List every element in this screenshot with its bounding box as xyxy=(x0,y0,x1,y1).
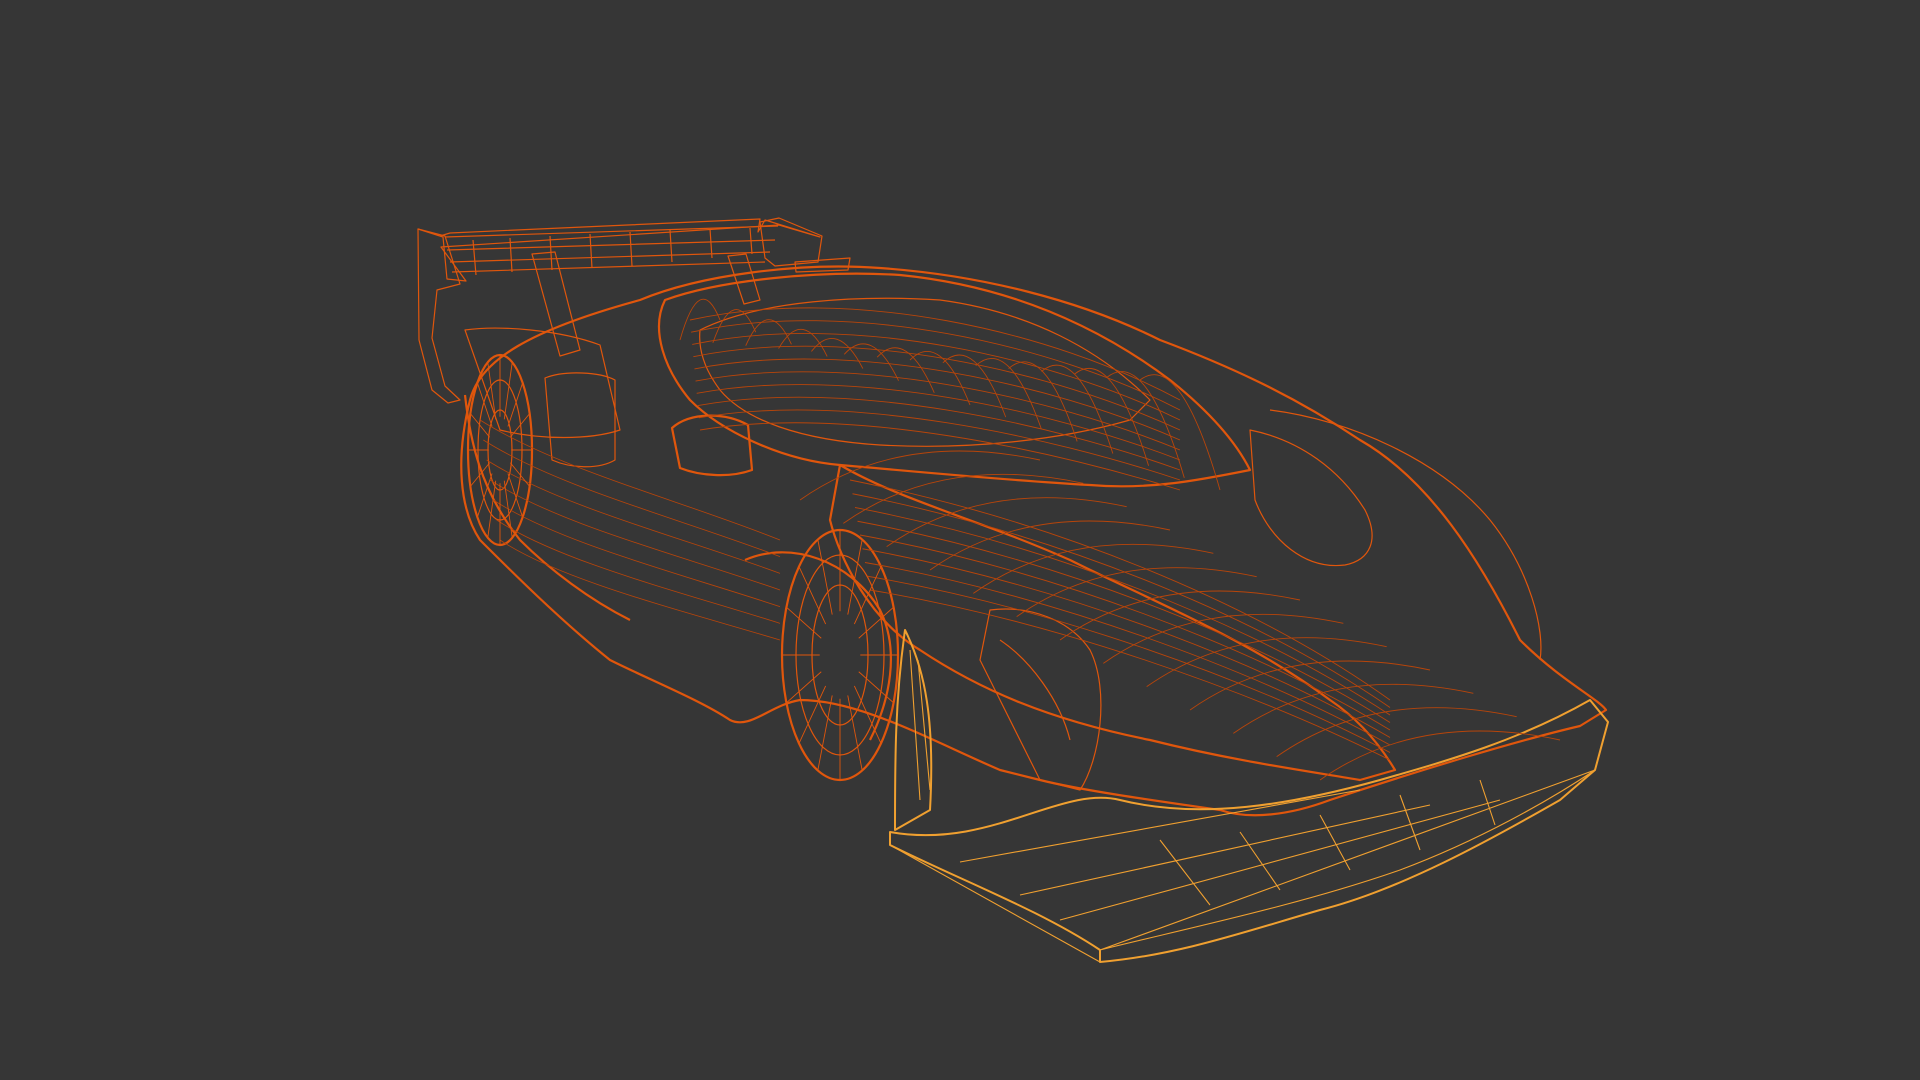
mesh-edge xyxy=(973,543,1214,594)
mesh-edge xyxy=(817,695,833,771)
mesh-edge xyxy=(876,347,935,394)
mesh-edge xyxy=(854,507,1391,716)
mesh-edge xyxy=(853,685,882,744)
mesh-edge xyxy=(853,566,882,625)
car-wireframe xyxy=(417,217,1609,963)
mesh-edge xyxy=(745,319,792,346)
mesh-edge xyxy=(694,358,1181,441)
mesh-edge xyxy=(869,589,1391,761)
mesh-edge xyxy=(975,357,1042,430)
mesh-edge xyxy=(862,548,1391,738)
mesh-edge xyxy=(503,480,513,538)
mesh-edge xyxy=(786,606,822,639)
mesh-edge xyxy=(697,396,1181,471)
mesh-edge xyxy=(691,320,1181,411)
mesh-edge xyxy=(1106,371,1185,478)
mesh-edge xyxy=(909,350,971,406)
mesh-edge xyxy=(699,422,1181,491)
mesh-edge xyxy=(493,499,781,608)
body-shell xyxy=(460,265,1608,817)
3d-viewport[interactable] xyxy=(0,0,1920,1080)
mesh-edge xyxy=(503,362,513,420)
mesh-edge xyxy=(487,362,497,420)
mesh-edge xyxy=(864,562,1391,746)
mesh-edge xyxy=(786,671,822,704)
mesh-edge xyxy=(798,566,827,625)
mesh-edge xyxy=(811,337,864,369)
mesh-edge xyxy=(1319,730,1561,781)
mesh-edge xyxy=(798,685,827,744)
mesh-edge xyxy=(489,479,781,591)
front-splitter xyxy=(889,629,1609,963)
mesh-edge xyxy=(479,419,781,541)
body-mesh-lines xyxy=(468,298,1561,781)
mesh-edge xyxy=(867,575,1391,753)
mesh-edge xyxy=(1074,368,1150,466)
mesh-edge xyxy=(852,493,1391,708)
mesh-edge xyxy=(693,345,1181,431)
mesh-edge xyxy=(499,539,781,641)
mesh-edge xyxy=(817,539,833,615)
mesh-edge xyxy=(1139,374,1221,491)
mesh-edge xyxy=(847,695,863,771)
mesh-edge xyxy=(496,519,781,624)
